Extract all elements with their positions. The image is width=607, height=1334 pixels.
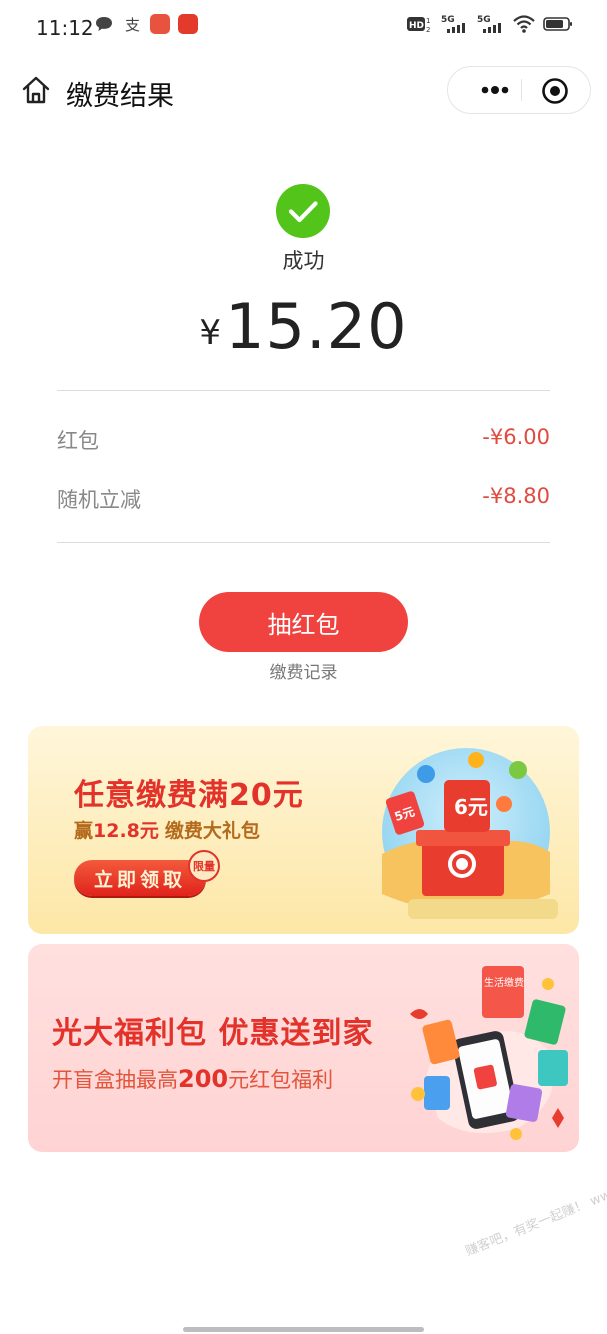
page-title: 缴费结果 <box>66 81 174 112</box>
svg-text:1: 1 <box>426 17 430 25</box>
svg-text:HD: HD <box>409 21 424 31</box>
close-mini-program-icon[interactable] <box>540 76 570 106</box>
art-amount-6: 6元 <box>454 795 488 819</box>
status-time: 11:12 <box>36 16 94 40</box>
nav-bar: 缴费结果 <box>0 56 607 128</box>
art-tag-life-payment: 生活缴费 <box>484 976 524 989</box>
more-dots-icon <box>481 86 509 94</box>
svg-text:5G: 5G <box>441 15 455 25</box>
banner-subtitle-suffix: 缴费大礼包 <box>164 820 260 842</box>
banner-subtitle-prefix: 开盲盒抽最高 <box>52 1068 178 1092</box>
chat-bubble-icon <box>96 17 112 31</box>
alipay-icon: 支 <box>125 16 140 34</box>
banner-subtitle-prefix: 赢 <box>74 820 94 842</box>
app-notification-icon <box>150 14 170 34</box>
currency-symbol: ¥ <box>199 313 222 353</box>
notification-icons: 支 <box>94 14 198 34</box>
result-status: 成功 <box>282 249 325 273</box>
mini-program-capsule <box>447 66 591 114</box>
banner-subtitle: 赢12.8元 缴费大礼包 <box>74 816 260 843</box>
battery-icon <box>543 17 572 31</box>
discount-value-redpacket: -¥6.00 <box>482 425 550 449</box>
hd-icon: HD 1 2 <box>407 17 430 34</box>
banner-subtitle: 开盲盒抽最高200元红包福利 <box>52 1064 333 1094</box>
system-indicators: HD 1 2 5G 5G <box>407 14 573 34</box>
banner-subtitle-highlight: 200 <box>178 1065 229 1093</box>
limited-badge: 限量 <box>188 850 220 882</box>
phone-blindbox-illustration: 生活缴费 <box>410 966 568 1140</box>
claim-now-button[interactable]: 立即领取 <box>74 860 206 896</box>
banner-title: 光大福利包 优惠送到家 <box>52 1016 374 1051</box>
svg-text:支: 支 <box>125 16 140 34</box>
divider <box>57 542 550 543</box>
success-check-icon <box>276 184 330 238</box>
discount-value-random: -¥8.80 <box>482 484 550 508</box>
home-indicator[interactable] <box>183 1327 424 1332</box>
gift-box-illustration: 5元 6元 <box>382 748 558 919</box>
signal-5g-icon: 5G <box>441 15 465 33</box>
discount-label-random: 随机立减 <box>57 488 141 512</box>
signal-5g-icon: 5G <box>477 15 501 33</box>
svg-text:2: 2 <box>426 26 430 34</box>
banner-title: 任意缴费满20元 <box>74 778 304 813</box>
payment-amount: ¥15.20 <box>0 290 607 363</box>
banner-subtitle-highlight: 12.8元 <box>93 820 159 842</box>
discount-label-redpacket: 红包 <box>57 429 99 453</box>
payment-record-link[interactable]: 缴费记录 <box>0 658 607 683</box>
svg-text:5G: 5G <box>477 15 491 25</box>
watermark: 赚客吧，有奖一起赚！ www.zuanke8.com <box>463 1150 607 1260</box>
capsule-divider <box>521 79 522 101</box>
promo-banner-welfare-pack[interactable]: 光大福利包 优惠送到家 开盲盒抽最高200元红包福利 生活缴费 <box>28 944 579 1152</box>
banner-subtitle-suffix: 元红包福利 <box>228 1068 334 1092</box>
wifi-icon <box>513 15 535 33</box>
amount-value: 15.20 <box>225 290 408 363</box>
more-button[interactable] <box>470 67 520 113</box>
draw-red-packet-button[interactable]: 抽红包 <box>199 592 408 652</box>
home-icon[interactable] <box>20 74 52 106</box>
app-notification-icon <box>178 14 198 34</box>
divider <box>57 390 550 391</box>
status-bar: 11:12 支 HD 1 2 5G 5G <box>0 0 607 56</box>
promo-banner-payment-gift[interactable]: 任意缴费满20元 赢12.8元 缴费大礼包 立即领取 限量 5元 6元 <box>28 726 579 934</box>
